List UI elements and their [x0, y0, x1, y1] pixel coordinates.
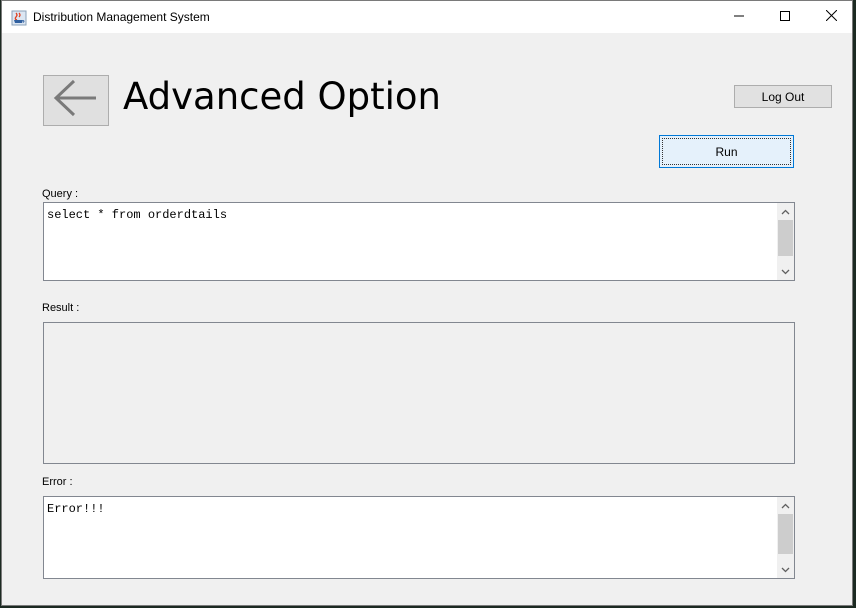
- title-bar[interactable]: Distribution Management System: [2, 1, 852, 33]
- close-button[interactable]: [808, 1, 854, 33]
- error-text: Error!!!: [47, 502, 105, 516]
- java-cup-icon: [11, 10, 27, 26]
- app-window: Distribution Management System Advanced …: [1, 0, 853, 606]
- maximize-icon: [780, 8, 790, 26]
- run-button[interactable]: Run: [659, 135, 794, 168]
- scroll-up-icon[interactable]: [777, 497, 794, 514]
- error-scroll-thumb[interactable]: [778, 514, 793, 554]
- query-scroll-thumb[interactable]: [778, 220, 793, 256]
- query-text: select * from orderdtails: [47, 208, 228, 222]
- logout-button[interactable]: Log Out: [734, 85, 832, 108]
- query-textarea[interactable]: select * from orderdtails: [43, 202, 795, 281]
- result-area[interactable]: [43, 322, 795, 464]
- query-scrollbar[interactable]: [777, 203, 794, 280]
- window-title: Distribution Management System: [33, 10, 210, 24]
- close-icon: [825, 8, 837, 26]
- query-label: Query :: [42, 188, 79, 200]
- error-textarea[interactable]: Error!!!: [43, 496, 795, 579]
- error-scrollbar[interactable]: [777, 497, 794, 578]
- scroll-down-icon[interactable]: [777, 263, 794, 280]
- error-label: Error :: [42, 476, 73, 488]
- minimize-icon: [734, 8, 744, 26]
- back-button[interactable]: [43, 75, 109, 126]
- arrow-left-icon: [52, 78, 100, 123]
- scroll-up-icon[interactable]: [777, 203, 794, 220]
- result-label: Result :: [42, 302, 80, 314]
- scroll-down-icon[interactable]: [777, 561, 794, 578]
- maximize-button[interactable]: [762, 1, 808, 33]
- minimize-button[interactable]: [716, 1, 762, 33]
- page-title: Advanced Option: [123, 75, 442, 118]
